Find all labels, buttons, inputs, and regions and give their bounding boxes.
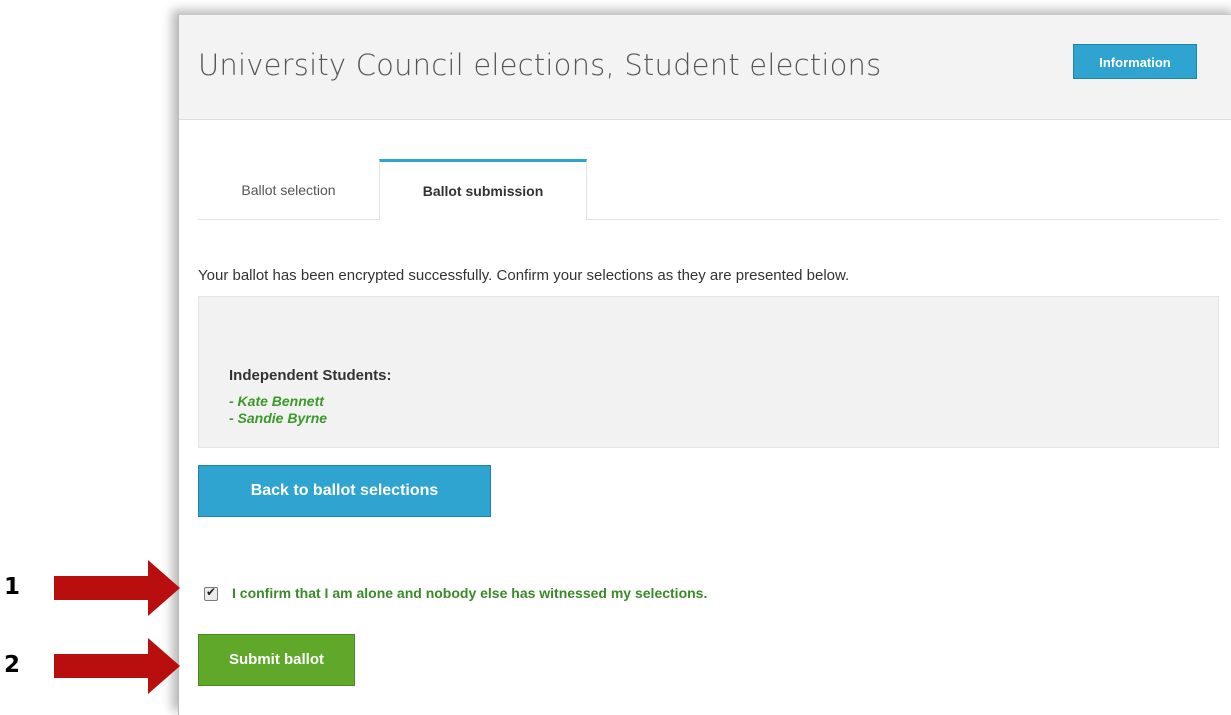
checkmark-icon: ✔: [206, 585, 217, 599]
page-header: University Council elections, Student el…: [179, 15, 1231, 120]
candidate-item: - Sandie Byrne: [229, 410, 328, 426]
candidate-item: - Kate Bennett: [229, 393, 324, 409]
red-arrow-icon: [54, 560, 180, 616]
selection-summary: Independent Students: - Kate Bennett - S…: [198, 296, 1219, 448]
page-title: University Council elections, Student el…: [198, 48, 882, 82]
annotation-number-1: 1: [4, 574, 21, 600]
back-to-selections-button[interactable]: Back to ballot selections: [198, 465, 491, 517]
encryption-success-message: Your ballot has been encrypted successfu…: [198, 267, 850, 284]
tab-ballot-selection[interactable]: Ballot selection: [198, 159, 379, 219]
confirm-label: I confirm that I am alone and nobody els…: [232, 585, 708, 601]
confirm-checkbox[interactable]: ✔: [204, 585, 218, 601]
group-title: Independent Students:: [229, 367, 392, 384]
ballot-tabs: Ballot selection Ballot submission: [198, 159, 1219, 220]
information-button[interactable]: Information: [1073, 44, 1197, 79]
annotation-number-2: 2: [4, 652, 21, 678]
red-arrow-icon: [54, 638, 180, 694]
tab-ballot-submission[interactable]: Ballot submission: [379, 159, 587, 220]
election-window: University Council elections, Student el…: [178, 14, 1231, 715]
submit-ballot-button[interactable]: Submit ballot: [198, 634, 355, 686]
